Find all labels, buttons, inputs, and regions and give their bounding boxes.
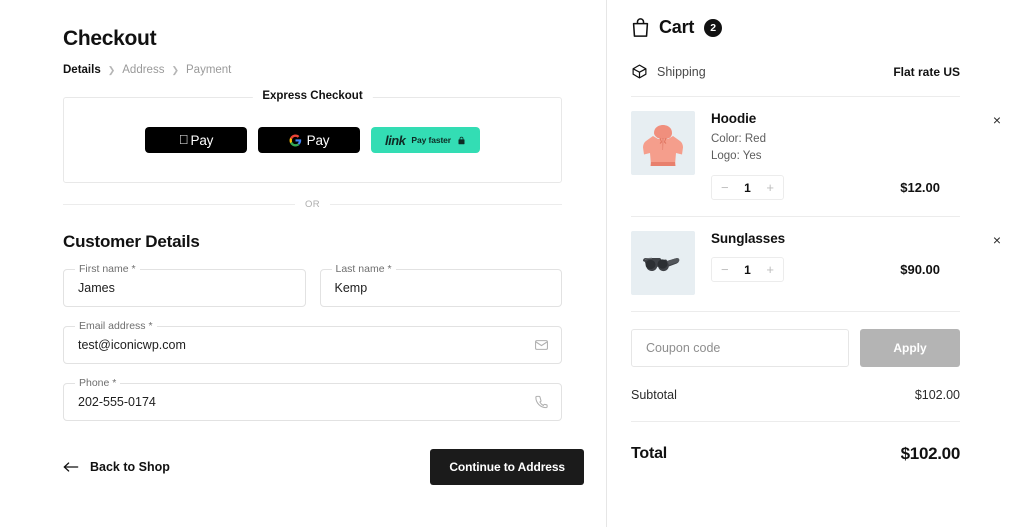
google-pay-label: Pay [307,133,330,148]
quantity-stepper[interactable]: − 1 + [711,257,784,282]
subtotal-row: Subtotal $102.00 [631,388,960,402]
express-checkout-panel: Express Checkout  Pay [63,97,562,183]
shipping-label-group: Shipping [631,63,706,80]
cart-item-name: Sunglasses [711,231,940,246]
order-totals: Subtotal $102.00 Total $102.00 [631,388,960,464]
quantity-increase-button[interactable]: + [766,263,774,276]
email-field[interactable]: Email address * test@iconicwp.com [63,326,562,364]
phone-field[interactable]: Phone * 202-555-0174 [63,383,562,421]
quantity-increase-button[interactable]: + [766,181,774,194]
checkout-form-column: Checkout Details ❯ Address ❯ Payment Exp… [0,0,607,527]
continue-to-address-button[interactable]: Continue to Address [430,449,584,485]
last-name-field[interactable]: Last name * Kemp [320,269,563,307]
last-name-value: Kemp [335,281,368,295]
shopping-bag-icon [631,17,650,38]
first-name-label: First name * [75,263,140,275]
envelope-icon [534,338,549,353]
coupon-code-input[interactable] [631,329,849,367]
shipping-label: Shipping [657,65,706,79]
back-to-shop-link[interactable]: Back to Shop [63,460,170,474]
customer-details-title: Customer Details [63,232,584,252]
or-separator: OR [63,199,562,210]
name-field-row: First name * James Last name * Kemp [63,269,562,307]
email-value: test@iconicwp.com [78,338,186,352]
last-name-label: Last name * [332,263,396,275]
cart-item-variation-logo: Logo: Yes [711,148,940,165]
form-footer: Back to Shop Continue to Address [63,449,584,485]
shipping-row: Shipping Flat rate US [631,63,960,80]
link-brand-label: link [385,134,405,147]
link-pay-button[interactable]: link Pay faster [371,127,480,153]
quantity-value: 1 [744,263,751,277]
cart-item-variation-color: Color: Red [711,131,940,148]
apple-logo-icon:  [179,133,189,146]
cart-item-variations: Color: Red Logo: Yes [711,131,940,164]
shipping-value: Flat rate US [893,65,960,79]
cart-item-hoodie: Hoodie Color: Red Logo: Yes − 1 + $12.00… [631,97,960,216]
package-box-icon [631,63,648,80]
page-title: Checkout [63,26,584,51]
email-label: Email address * [75,320,157,332]
quantity-stepper[interactable]: − 1 + [711,175,784,200]
subtotal-value: $102.00 [915,388,960,402]
first-name-field[interactable]: First name * James [63,269,306,307]
cart-item-controls: − 1 + $12.00 [711,175,940,200]
cart-item-details: Sunglasses − 1 + $90.00 × [711,231,960,295]
breadcrumb: Details ❯ Address ❯ Payment [63,64,584,76]
divider [631,311,960,312]
lock-icon [457,136,466,145]
back-to-shop-label: Back to Shop [90,460,170,474]
remove-item-icon[interactable]: × [990,233,1004,247]
total-value: $102.00 [901,444,960,464]
cart-title: Cart [659,17,694,38]
separator-label: OR [305,199,320,210]
apply-coupon-button[interactable]: Apply [860,329,960,367]
express-payment-buttons:  Pay Pay [145,127,480,153]
total-row: Total $102.00 [631,444,960,464]
cart-item-controls: − 1 + $90.00 [711,257,940,282]
separator-line-right [330,204,562,205]
sunglasses-thumbnail[interactable] [631,231,695,295]
cart-item-sunglasses: Sunglasses − 1 + $90.00 × [631,217,960,311]
cart-item-name: Hoodie [711,111,940,126]
total-label: Total [631,445,667,463]
quantity-decrease-button[interactable]: − [721,263,729,276]
cart-items-list: Hoodie Color: Red Logo: Yes − 1 + $12.00… [631,96,960,312]
express-checkout-legend: Express Checkout [252,90,372,102]
chevron-right-icon: ❯ [108,65,116,76]
arrow-left-icon [63,461,79,473]
breadcrumb-step-address[interactable]: Address [122,64,164,76]
cart-header: Cart 2 [631,17,960,38]
cart-item-details: Hoodie Color: Red Logo: Yes − 1 + $12.00… [711,111,960,200]
apple-pay-button[interactable]:  Pay [145,127,247,153]
phone-icon [534,395,549,410]
phone-label: Phone * [75,377,120,389]
cart-summary-column: Cart 2 Shipping Flat rate US [607,0,1024,527]
cart-item-price: $12.00 [900,180,940,195]
cart-item-price: $90.00 [900,262,940,277]
quantity-value: 1 [744,181,751,195]
checkout-page: Checkout Details ❯ Address ❯ Payment Exp… [0,0,1024,527]
google-g-icon [289,134,302,147]
first-name-value: James [78,281,115,295]
remove-item-icon[interactable]: × [990,113,1004,127]
subtotal-label: Subtotal [631,388,677,402]
breadcrumb-step-details[interactable]: Details [63,64,101,76]
quantity-decrease-button[interactable]: − [721,181,729,194]
link-pay-tagline: Pay faster [411,135,451,145]
apple-pay-label: Pay [191,133,214,148]
separator-line-left [63,204,295,205]
coupon-row: Apply [631,329,960,367]
chevron-right-icon: ❯ [171,65,179,76]
hoodie-thumbnail[interactable] [631,111,695,175]
divider [631,421,960,422]
google-pay-button[interactable]: Pay [258,127,360,153]
breadcrumb-step-payment[interactable]: Payment [186,64,231,76]
cart-count-badge: 2 [704,19,722,37]
phone-value: 202-555-0174 [78,395,156,409]
